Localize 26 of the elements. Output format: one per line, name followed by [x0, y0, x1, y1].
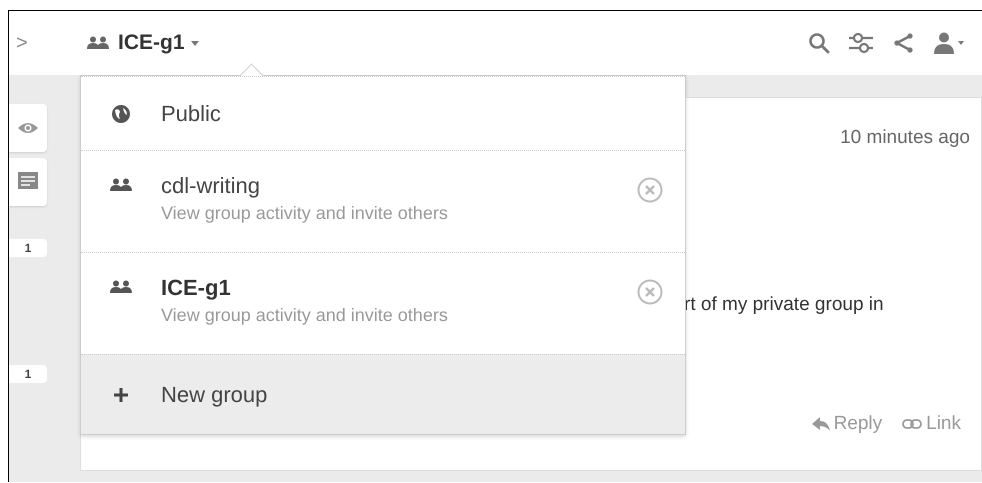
menu-item[interactable]: Public [81, 76, 685, 150]
link-icon [902, 419, 922, 429]
count-badge[interactable]: 1 [9, 365, 47, 383]
group-icon [86, 36, 110, 50]
menu-item[interactable]: cdl-writing View group activity and invite others [81, 150, 685, 252]
menu-item[interactable]: New group [81, 354, 685, 434]
share-icon[interactable] [892, 32, 914, 54]
note-icon [18, 172, 38, 192]
menu-item-label: Public [161, 100, 222, 126]
caret-icon [190, 40, 199, 46]
menu-item-label: ICE-g1 [161, 275, 232, 301]
menu-item-description: View group activity and invite others [161, 203, 449, 224]
eye-icon [17, 121, 39, 135]
user-icon[interactable] [932, 32, 964, 54]
reply-icon [812, 417, 830, 431]
count-badge[interactable]: 1 [9, 239, 47, 257]
notes-tab[interactable] [9, 158, 47, 206]
visibility-tab[interactable] [9, 104, 47, 152]
menu-item-label: New group [161, 382, 268, 408]
back-arrow[interactable]: > [16, 32, 86, 54]
search-icon[interactable] [808, 32, 830, 54]
filter-icon[interactable] [848, 32, 874, 54]
menu-item-label: cdl-writing [161, 173, 262, 199]
menu-item-description: View group activity and invite others [161, 305, 449, 326]
timestamp[interactable]: 10 minutes ago [840, 127, 970, 149]
group-switcher[interactable]: ICE-g1 [116, 31, 191, 55]
